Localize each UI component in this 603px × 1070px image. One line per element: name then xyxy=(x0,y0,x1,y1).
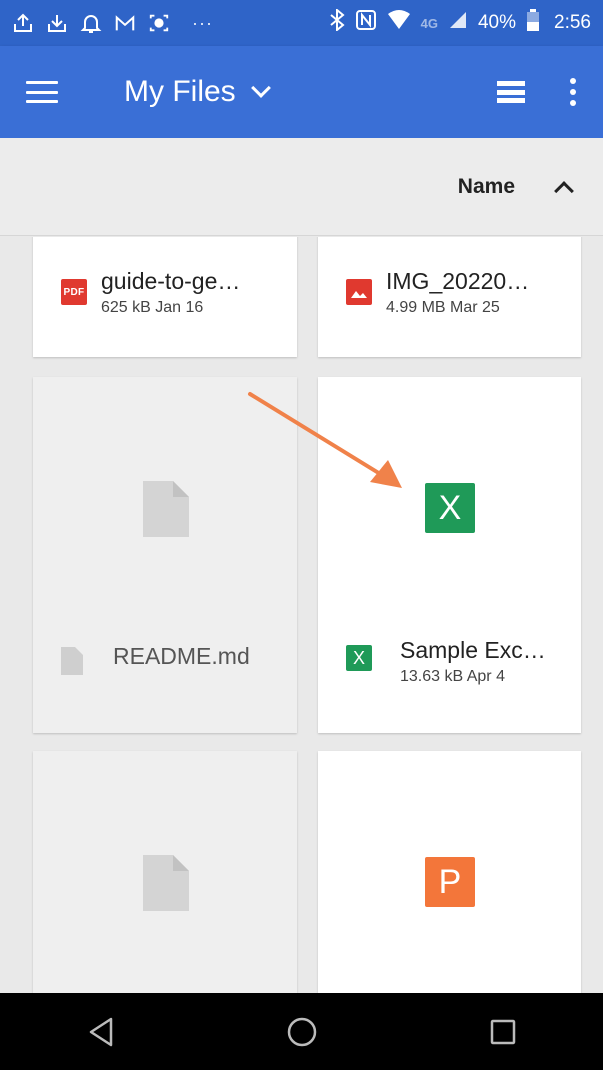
nfc-icon xyxy=(355,9,377,37)
camera-icon xyxy=(148,12,170,34)
file-card[interactable]: X X Sample Exc… 13.63 kB Apr 4 xyxy=(318,377,581,733)
excel-icon: X xyxy=(346,645,372,671)
file-name: Sample Exc… xyxy=(400,637,546,663)
clock: 2:56 xyxy=(554,12,591,33)
download-icon xyxy=(46,12,68,34)
file-meta: 625 kB Jan 16 xyxy=(101,298,204,316)
battery-icon xyxy=(526,9,540,37)
recents-icon[interactable] xyxy=(473,1007,533,1057)
document-icon xyxy=(143,481,189,542)
file-card[interactable]: PDF guide-to-ge… 625 kB Jan 16 xyxy=(33,237,297,357)
image-icon xyxy=(346,279,372,305)
chevron-down-icon xyxy=(250,78,271,98)
file-card[interactable]: README.md xyxy=(33,377,297,733)
file-meta: 4.99 MB Mar 25 xyxy=(386,298,500,316)
system-icons: 4G 40% 2:56 xyxy=(329,7,591,37)
status-bar: ··· 4G 40% 2:56 xyxy=(0,0,603,46)
file-name: guide-to-ge… xyxy=(101,267,241,294)
system-nav-bar xyxy=(0,993,603,1070)
notification-icons xyxy=(12,12,170,34)
file-card[interactable]: P xyxy=(318,751,581,993)
back-icon[interactable] xyxy=(71,1007,131,1057)
more-notifications-icon: ··· xyxy=(192,12,213,33)
page-title: My Files xyxy=(124,75,236,108)
wifi-icon xyxy=(387,10,411,36)
excel-icon: X xyxy=(425,483,475,533)
home-icon[interactable] xyxy=(272,1007,332,1057)
sort-header: Name xyxy=(0,138,603,236)
upload-icon xyxy=(12,12,34,34)
location-dropdown[interactable]: My Files xyxy=(124,75,271,109)
pdf-icon: PDF xyxy=(61,279,87,305)
signal-icon xyxy=(448,10,468,36)
bell-icon xyxy=(80,12,102,34)
file-card[interactable] xyxy=(33,751,297,993)
sort-by-name-button[interactable]: Name xyxy=(458,175,515,199)
file-name: README.md xyxy=(113,643,250,669)
document-icon xyxy=(61,647,83,680)
app-toolbar: My Files xyxy=(0,46,603,138)
network-type-label: 4G xyxy=(420,15,438,31)
document-icon xyxy=(143,855,189,916)
file-name: IMG_20220… xyxy=(386,267,530,294)
file-meta: 13.63 kB Apr 4 xyxy=(400,668,505,685)
gmail-icon xyxy=(114,12,136,34)
more-vert-icon[interactable] xyxy=(569,78,577,106)
bluetooth-icon xyxy=(329,7,345,37)
list-view-icon[interactable] xyxy=(497,81,525,103)
file-card[interactable]: IMG_20220… 4.99 MB Mar 25 xyxy=(318,237,581,357)
menu-icon[interactable] xyxy=(26,81,58,103)
file-grid: PDF guide-to-ge… 625 kB Jan 16 IMG_20220… xyxy=(0,237,603,993)
powerpoint-icon: P xyxy=(425,857,475,907)
battery-percent: 40% xyxy=(477,12,517,33)
sort-ascending-icon[interactable] xyxy=(554,180,574,201)
